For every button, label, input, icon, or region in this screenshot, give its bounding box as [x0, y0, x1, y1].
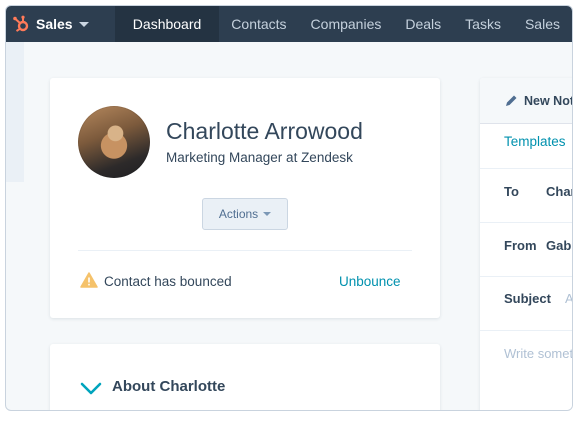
left-sidebar-edge [6, 42, 24, 182]
subject-input[interactable]: Add subject [565, 291, 572, 306]
contact-profile-card: Charlotte Arrowood Marketing Manager at … [50, 78, 440, 318]
about-card: About Charlotte [50, 344, 440, 410]
caret-down-icon [263, 212, 272, 216]
caret-down-icon [78, 21, 89, 27]
about-section-title[interactable]: About Charlotte [112, 378, 225, 395]
to-label: To [504, 184, 519, 199]
top-nav: Sales Dashboard Contacts Companies Deals… [6, 6, 572, 42]
compose-panel: New Note Templates To Charlotte From Gab… [480, 78, 572, 410]
from-field[interactable]: Gabriel [546, 238, 572, 253]
chevron-down-icon[interactable] [80, 382, 102, 396]
brand-label: Sales [36, 16, 73, 32]
nav-tab-label: Companies [310, 16, 382, 32]
nav-tab-label: Tasks [465, 16, 501, 32]
bounce-message: Contact has bounced [104, 274, 232, 289]
nav-tab-label: Contacts [231, 16, 287, 32]
nav-tab-label: Sales [524, 16, 560, 32]
nav-tab-label: Dashboard [132, 16, 202, 32]
subject-label: Subject [504, 291, 551, 306]
brand-menu[interactable]: Sales [6, 6, 115, 42]
pencil-icon [506, 95, 517, 106]
templates-link[interactable]: Templates [504, 134, 572, 149]
hubspot-sprocket-icon [13, 15, 29, 32]
new-note-label: New Note [524, 93, 572, 108]
nav-tab-tasks[interactable]: Tasks [453, 6, 513, 42]
divider [480, 222, 572, 223]
nav-tab-dashboard[interactable]: Dashboard [114, 6, 220, 42]
nav-tab-label: Deals [405, 16, 442, 32]
unbounce-link[interactable]: Unbounce [339, 274, 401, 289]
nav-tab-deals[interactable]: Deals [393, 6, 453, 42]
divider [480, 276, 572, 277]
actions-dropdown-button[interactable]: Actions [202, 198, 288, 230]
avatar [78, 106, 150, 178]
contact-name: Charlotte Arrowood [166, 118, 363, 144]
divider [480, 168, 572, 169]
actions-label: Actions [218, 207, 259, 221]
divider [480, 330, 572, 331]
nav-tab-contacts[interactable]: Contacts [219, 6, 298, 42]
contact-job-title: Marketing Manager at Zendesk [166, 150, 353, 165]
app-window: Sales Dashboard Contacts Companies Deals… [5, 5, 573, 411]
warning-icon [80, 272, 98, 288]
to-field[interactable]: Charlotte [546, 184, 572, 199]
body-input[interactable]: Write something [504, 346, 572, 361]
nav-tab-sales[interactable]: Sales [513, 6, 572, 42]
new-note-tab[interactable]: New Note [480, 78, 572, 124]
divider [78, 250, 412, 251]
from-label: From [504, 238, 537, 253]
nav-tab-companies[interactable]: Companies [299, 6, 394, 42]
